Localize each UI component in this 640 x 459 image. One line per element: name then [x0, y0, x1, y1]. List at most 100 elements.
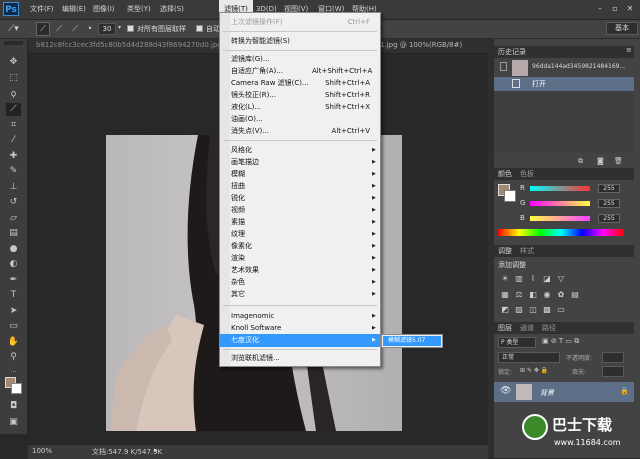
tab-adjustments[interactable]: 调整	[498, 245, 512, 257]
menu-item-lens-correction[interactable]: 镜头校正(R)...	[231, 89, 276, 101]
brush-size-field[interactable]: 30	[98, 23, 116, 35]
threshold-icon[interactable]: ◫	[528, 305, 538, 314]
layer-row[interactable]	[494, 382, 634, 402]
quick-mask-icon[interactable]: ◘	[6, 400, 21, 413]
menu-item-camera-raw[interactable]: Camera Raw 滤镜(C)...	[231, 77, 309, 89]
crop-tool-icon[interactable]: ⌗	[6, 119, 21, 132]
tab-layers[interactable]: 图层	[498, 322, 512, 334]
gradient-map-icon[interactable]: ▭	[556, 305, 566, 314]
menu-item-video[interactable]: 视频	[231, 204, 245, 216]
tab-paths[interactable]: 路径	[542, 322, 556, 334]
levels-icon[interactable]: ▥	[514, 274, 524, 283]
menu-item-stylize[interactable]: 风格化	[231, 144, 252, 156]
minimize-icon[interactable]: –	[595, 4, 605, 14]
exposure-icon[interactable]: ◪	[542, 274, 552, 283]
menu-edit[interactable]: 编辑(E)	[62, 0, 86, 19]
subtract-selection-icon[interactable]: ⟋	[68, 22, 82, 36]
menu-item-knoll-software[interactable]: Knoll Software	[231, 322, 281, 334]
green-slider[interactable]	[530, 201, 590, 206]
menu-item-browse-online-filters[interactable]: 浏览联机滤镜...	[231, 352, 280, 364]
zoom-tool-icon[interactable]: ⚲	[6, 351, 21, 364]
history-brush-tool-icon[interactable]: ↺	[6, 196, 21, 209]
red-value-field[interactable]: 255	[598, 184, 620, 193]
menu-item-pixelate[interactable]: 像素化	[231, 240, 252, 252]
menu-item-brush-strokes[interactable]: 画笔描边	[231, 156, 259, 168]
eraser-tool-icon[interactable]: ▱	[6, 212, 21, 225]
lasso-tool-icon[interactable]: ϙ	[6, 88, 21, 101]
menu-item-other[interactable]: 其它	[231, 288, 245, 300]
posterize-icon[interactable]: ▨	[514, 305, 524, 314]
shape-tool-icon[interactable]: ▭	[6, 320, 21, 333]
tab-swatches[interactable]: 色板	[520, 168, 534, 180]
menu-item-render[interactable]: 渲染	[231, 252, 245, 264]
color-balance-icon[interactable]: ⚖	[514, 290, 524, 299]
submenu-item-blur-filter[interactable]: 模糊滤镜5.07	[388, 336, 425, 346]
menu-item-last-filter[interactable]: 上次滤镜操作(F)	[231, 16, 283, 28]
photo-filter-icon[interactable]: ◉	[542, 290, 552, 299]
screen-mode-icon[interactable]: ▣	[6, 416, 21, 429]
channel-mixer-icon[interactable]: ✿	[556, 290, 566, 299]
color-spectrum-bar[interactable]	[498, 229, 624, 236]
blue-value-field[interactable]: 255	[598, 214, 620, 223]
trash-icon[interactable]: 🗑	[614, 157, 623, 165]
hand-tool-icon[interactable]: ✋	[6, 336, 21, 349]
opacity-field[interactable]	[602, 352, 624, 363]
eye-icon[interactable]: 👁	[500, 386, 511, 396]
type-tool-icon[interactable]: T	[6, 289, 21, 302]
menu-item-imagenomic[interactable]: Imagenomic	[231, 310, 274, 322]
eyedropper-tool-icon[interactable]: ⁄	[6, 134, 21, 147]
menu-image[interactable]: 图像(I)	[93, 0, 115, 19]
layer-filter-kind-select[interactable]: P 类型	[498, 337, 536, 348]
document-tab[interactable]: b812c8fcc3cec3fd5c80b5d4d288d43f8694270d…	[36, 41, 222, 49]
panel-menu-icon[interactable]: ≡	[626, 46, 632, 54]
menu-item-adaptive-wide-angle[interactable]: 自适应广角(A)...	[231, 65, 283, 77]
chevron-down-icon[interactable]: ▾	[118, 24, 121, 31]
menu-item-texture[interactable]: 纹理	[231, 228, 245, 240]
color-lookup-icon[interactable]: ▤	[570, 290, 580, 299]
dodge-tool-icon[interactable]: ◐	[6, 258, 21, 271]
tab-styles[interactable]: 样式	[520, 245, 534, 257]
menu-file[interactable]: 文件(F)	[30, 0, 54, 19]
auto-enhance-checkbox[interactable]	[196, 25, 203, 32]
close-icon[interactable]: ✕	[625, 4, 635, 14]
hue-saturation-icon[interactable]: ▦	[500, 290, 510, 299]
healing-brush-tool-icon[interactable]: ✚	[6, 150, 21, 163]
new-selection-icon[interactable]: ⟋	[36, 22, 50, 36]
zoom-level[interactable]: 100%	[32, 447, 52, 455]
add-selection-icon[interactable]: ⟋	[52, 22, 66, 36]
workspace-select[interactable]: 基本	[606, 22, 638, 35]
gradient-tool-icon[interactable]: ▤	[6, 227, 21, 240]
tab-color[interactable]: 颜色	[498, 168, 512, 180]
toolbar-grip[interactable]	[4, 41, 23, 45]
pen-tool-icon[interactable]: ✒	[6, 274, 21, 287]
invert-icon[interactable]: ◩	[500, 305, 510, 314]
menu-item-blur[interactable]: 模糊	[231, 168, 245, 180]
filter-pixel-icon[interactable]: ▣ ⊘ T ▭ ⧉	[542, 337, 579, 346]
background-color-swatch[interactable]	[11, 383, 22, 394]
menu-item-distort[interactable]: 扭曲	[231, 180, 245, 192]
maximize-icon[interactable]: ▫	[610, 4, 620, 14]
tab-history[interactable]: 历史记录	[498, 46, 526, 58]
menu-select[interactable]: 选择(S)	[160, 0, 184, 19]
green-value-field[interactable]: 255	[598, 199, 620, 208]
menu-item-qidu-hanhua[interactable]: 七度汉化	[231, 334, 259, 346]
menu-item-filter-gallery[interactable]: 滤镜库(G)...	[231, 53, 270, 65]
brush-tool-icon[interactable]: ✎	[6, 165, 21, 178]
camera-snapshot-icon[interactable]: ◙	[597, 157, 604, 165]
document-tab-active[interactable]: 1.jpg @ 100%(RGB/8#)	[380, 41, 462, 49]
blue-slider[interactable]	[530, 216, 590, 221]
clone-stamp-tool-icon[interactable]: ⊥	[6, 181, 21, 194]
move-tool-icon[interactable]: ✥	[6, 56, 21, 69]
blur-tool-icon[interactable]: ●	[6, 243, 21, 256]
marquee-tool-icon[interactable]: ⬚	[6, 72, 21, 85]
blend-mode-select[interactable]: 正常	[498, 352, 560, 363]
menu-item-noise[interactable]: 杂色	[231, 276, 245, 288]
lock-icons[interactable]: ⊞ ✎ ✥ 🔒	[520, 367, 548, 374]
history-snapshot-row[interactable]: 96dda144ad3459821484169...	[498, 60, 628, 76]
selective-color-icon[interactable]: ▩	[542, 305, 552, 314]
brush-dot-icon[interactable]: •	[84, 22, 96, 36]
quick-select-tool-icon[interactable]: ⟋	[6, 103, 21, 116]
new-document-from-state-icon[interactable]: ⧉	[578, 157, 583, 166]
color-bg-swatch[interactable]	[504, 190, 516, 202]
menu-item-sharpen[interactable]: 锐化	[231, 192, 245, 204]
